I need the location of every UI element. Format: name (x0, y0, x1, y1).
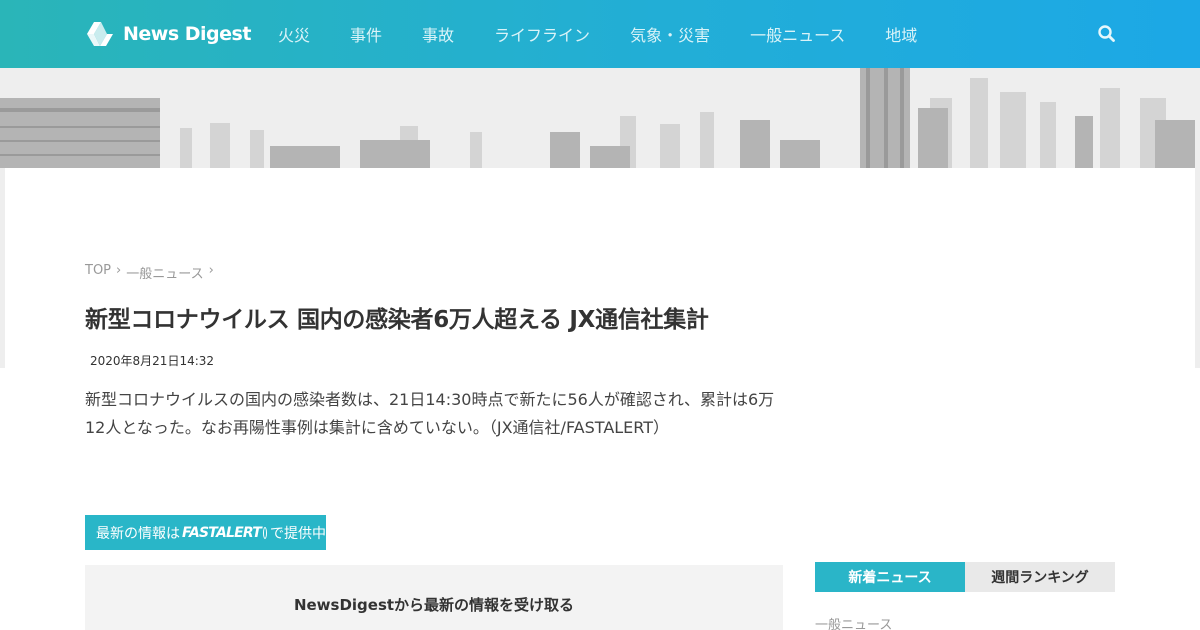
nav-item-general-news[interactable]: 一般ニュース (730, 22, 865, 46)
article-date: 2020年8月21日14:32 (90, 354, 215, 368)
news-digest-logo-icon (85, 20, 115, 48)
site-header: News Digest 火災 事件 事故 ライフライン 気象・災害 一般ニュース… (0, 0, 1200, 68)
fastalert-prefix: 最新の情報は (96, 525, 180, 542)
fastalert-badge-icon (262, 526, 267, 539)
subscribe-text: NewsDigestから最新の情報を受け取る (293, 596, 575, 614)
breadcrumb-top-link[interactable]: TOP (85, 263, 111, 282)
breadcrumb-general-news-link[interactable]: 一般ニュース (126, 263, 203, 282)
breadcrumb-separator: › (116, 263, 122, 278)
fastalert-banner[interactable]: 最新の情報は FASTALERT で提供中 (85, 515, 326, 550)
nav-item-region[interactable]: 地域 (865, 22, 937, 46)
nav-item-weather-disaster[interactable]: 気象・災害 (610, 22, 730, 46)
fastalert-logo: FASTALERT (182, 524, 262, 541)
logo-text: News Digest (123, 23, 251, 45)
sidebar-category-label[interactable]: 一般ニュース (815, 614, 892, 630)
article-title: 新型コロナウイルス 国内の感染者6万人超える JX通信社集計 (85, 307, 709, 333)
search-icon[interactable] (1094, 22, 1120, 46)
nav-item-fire[interactable]: 火災 (258, 22, 330, 46)
subscribe-box[interactable]: NewsDigestから最新の情報を受け取る (85, 565, 783, 630)
nav-item-lifeline[interactable]: ライフライン (474, 22, 610, 46)
breadcrumb: TOP › 一般ニュース › (85, 263, 219, 282)
nav-item-accident[interactable]: 事故 (402, 22, 474, 46)
fastalert-suffix: で提供中 (270, 525, 326, 542)
tab-new-news[interactable]: 新着ニュース (815, 562, 965, 592)
article-body: 新型コロナウイルスの国内の感染者数は、21日14:30時点で新たに56人が確認さ… (85, 390, 775, 437)
site-logo[interactable]: News Digest (85, 19, 251, 49)
nav-item-incident[interactable]: 事件 (330, 22, 402, 46)
sidebar-tabs: 新着ニュース 週間ランキング (815, 562, 1115, 592)
breadcrumb-separator: › (208, 263, 214, 278)
tab-weekly-ranking[interactable]: 週間ランキング (965, 562, 1115, 592)
main-nav: 火災 事件 事故 ライフライン 気象・災害 一般ニュース 地域 (258, 0, 937, 68)
